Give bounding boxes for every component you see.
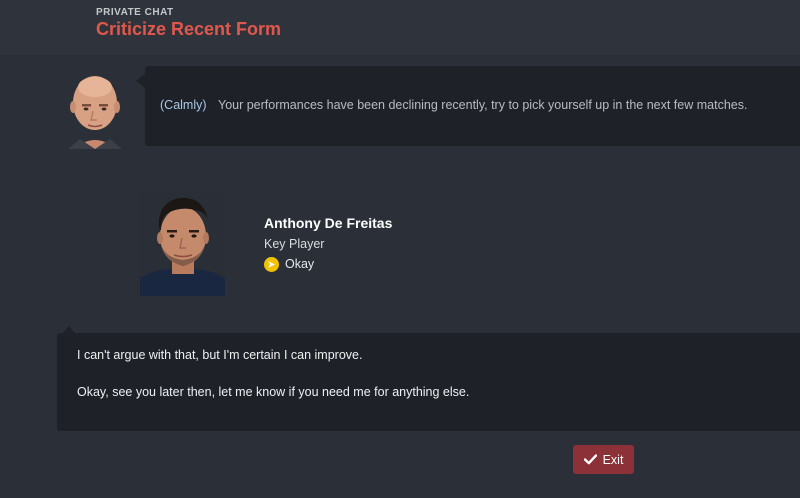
reaction-okay-icon (264, 257, 279, 272)
player-name: Anthony De Freitas (264, 215, 393, 231)
player-reply-line-1: I can't argue with that, but I'm certain… (77, 348, 363, 362)
player-reply-line-2: Okay, see you later then, let me know if… (77, 385, 470, 399)
manager-avatar (68, 73, 122, 149)
exit-button[interactable]: Exit (573, 445, 634, 474)
player-photo (140, 190, 225, 296)
exit-button-label: Exit (602, 452, 624, 467)
chat-type-label: PRIVATE CHAT (96, 7, 174, 18)
message-tone: (Calmly) (160, 98, 207, 112)
arrow-right-icon (268, 261, 275, 268)
player-reaction: Okay (285, 257, 315, 271)
player-role: Key Player (264, 237, 325, 251)
checkmark-icon (583, 454, 597, 465)
manager-message-text: Your performances have been declining re… (218, 98, 748, 112)
page-title: Criticize Recent Form (96, 19, 282, 39)
